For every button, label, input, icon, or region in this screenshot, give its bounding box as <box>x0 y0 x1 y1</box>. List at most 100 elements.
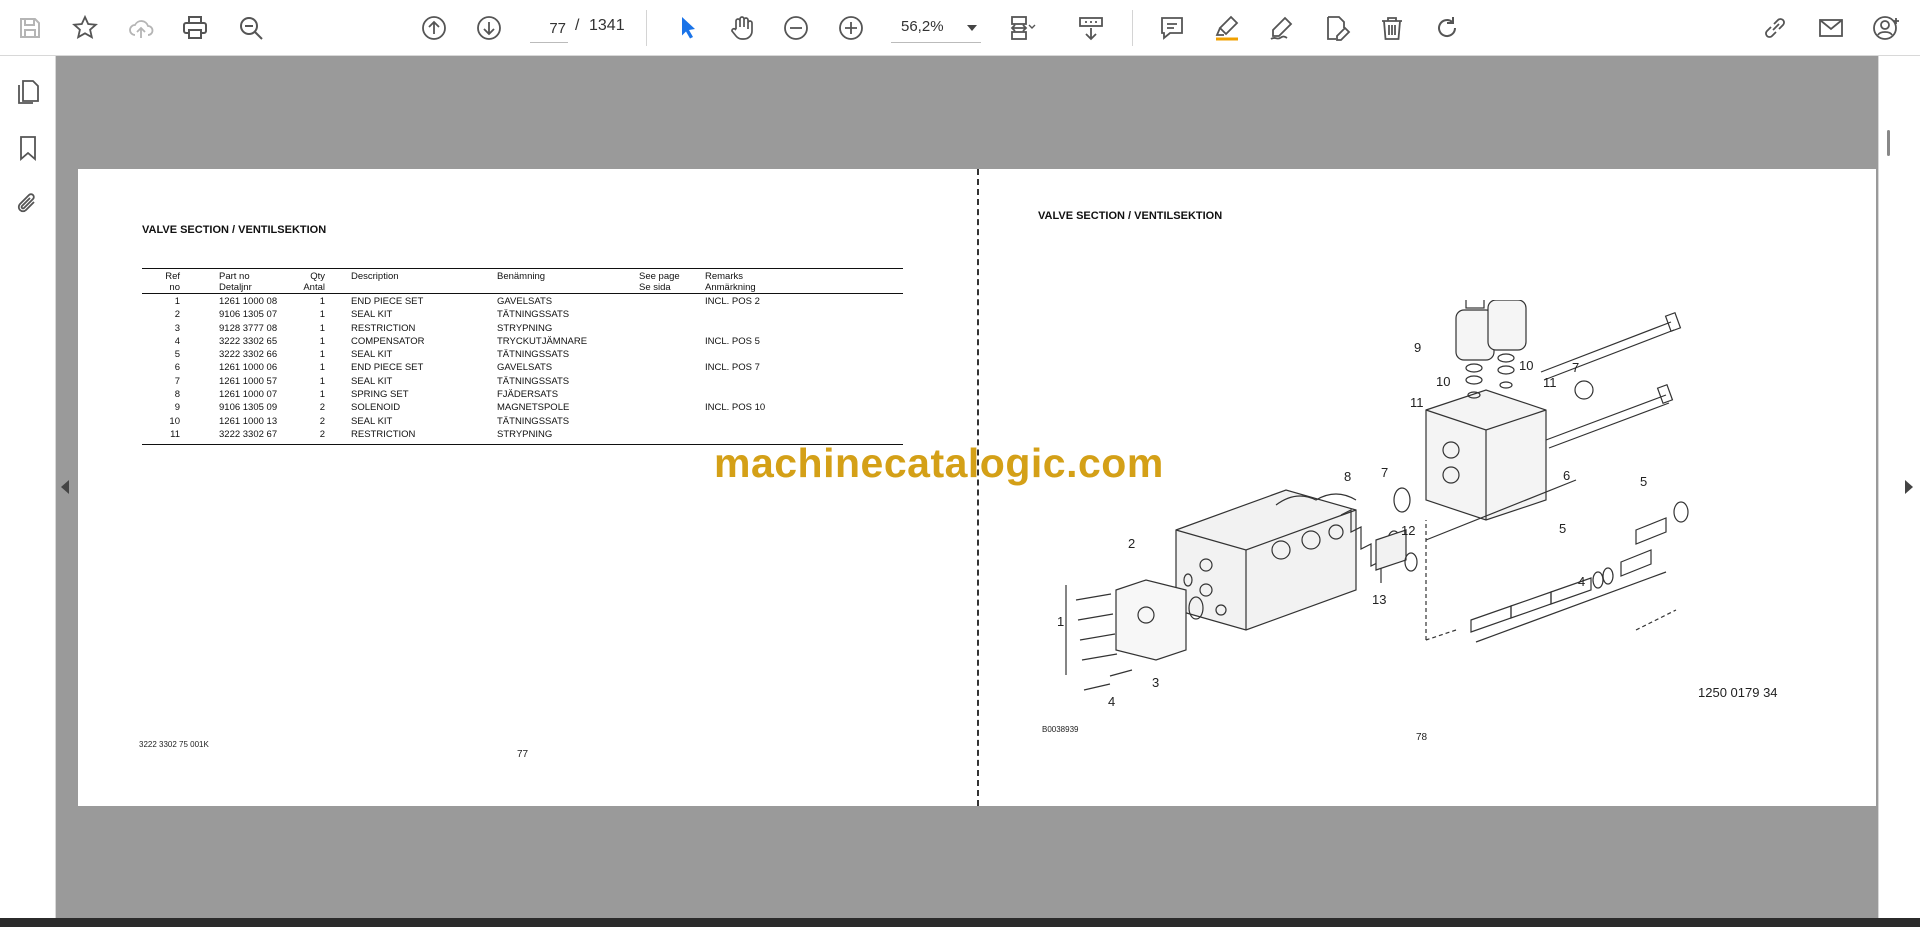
cell-desc: END PIECE SET <box>351 296 424 307</box>
valve-exploded-diagram <box>1065 300 1689 691</box>
cell-part: 9128 3777 08 <box>219 322 278 334</box>
fit-page-icon[interactable] <box>1004 10 1040 46</box>
cell-part: 1261 1000 57 <box>219 375 278 387</box>
cell-ben: STRYPNING <box>497 322 553 334</box>
cell-part: 9106 1305 07 <box>219 309 278 321</box>
zoom-dropdown[interactable]: 56,2% <box>891 14 981 43</box>
col-see: See page <box>639 271 680 282</box>
cell-ref: 1 <box>174 296 180 307</box>
col-part-sub: Detaljnr <box>219 282 252 293</box>
right-panel <box>1878 56 1920 918</box>
cell-ref: 3 <box>174 322 180 334</box>
callout-11: 11 <box>1410 395 1424 410</box>
cell-ref: 9 <box>174 402 180 414</box>
callout-4b: 4 <box>1578 574 1586 589</box>
toolbar-divider <box>1132 10 1133 46</box>
cell-part: 1261 1000 07 <box>219 389 278 401</box>
cell-ref: 8 <box>174 389 180 401</box>
upload-cloud-icon[interactable] <box>123 10 159 46</box>
drawing-code: B0038939 <box>1042 725 1079 734</box>
parts-table: Ref no Part no Detaljnr Qty Antal Descri… <box>142 268 903 446</box>
callout-13: 13 <box>1372 592 1387 607</box>
collapse-left-panel-icon[interactable] <box>61 480 69 494</box>
left-sidebar <box>0 56 56 918</box>
callout-1: 1 <box>1057 614 1065 629</box>
cell-rem: INCL. POS 2 <box>705 296 760 307</box>
save-icon[interactable] <box>12 10 48 46</box>
pages-thumbnail-icon[interactable] <box>10 74 46 110</box>
comment-icon[interactable] <box>1154 10 1190 46</box>
table-row: 2 9106 1305 07 1 SEAL KIT TÄTNINGSSATS <box>142 309 903 322</box>
cell-desc: SOLENOID <box>351 402 401 414</box>
col-part: Part no <box>219 271 250 282</box>
table-row: 10 1261 1000 13 2 SEAL KIT TÄTNINGSSATS <box>142 416 903 429</box>
cell-part: 3222 3302 65 <box>219 335 278 347</box>
cell-part: 9106 1305 09 <box>219 402 278 414</box>
cell-ben: STRYPNING <box>497 428 553 440</box>
page-number-input[interactable] <box>530 14 568 43</box>
toolbar-divider <box>646 10 647 46</box>
cell-desc: RESTRICTION <box>351 322 416 334</box>
cell-ben: FJÄDERSATS <box>497 389 559 401</box>
cell-rem: INCL. POS 10 <box>705 402 766 414</box>
cell-qty: 1 <box>319 362 325 374</box>
draw-sign-icon[interactable] <box>1264 10 1300 46</box>
print-icon[interactable] <box>177 10 213 46</box>
highlight-pen-icon[interactable] <box>1209 10 1245 46</box>
scroll-mode-icon[interactable] <box>1073 10 1109 46</box>
cell-part: 3222 3302 66 <box>219 349 278 361</box>
table-row: 1 1261 1000 08 1 END PIECE SET GAVELSATS INCL… <box>142 296 903 309</box>
left-page-title: VALVE SECTION / VENTILSEKTION <box>142 224 327 236</box>
callout-5: 5 <box>1559 521 1567 536</box>
cell-part: 1261 1000 06 <box>219 362 278 374</box>
right-page-title: VALVE SECTION / VENTILSEKTION <box>1038 210 1223 222</box>
col-rem-sub: Anmärkning <box>705 282 756 293</box>
callout-11b: 11 <box>1543 375 1557 390</box>
callout-10b: 10 <box>1519 358 1534 373</box>
zoom-out-icon[interactable] <box>778 10 814 46</box>
callout-12: 12 <box>1401 523 1416 538</box>
cell-ben: TÄTNINGSSATS <box>497 349 570 361</box>
col-see-sub: Se sida <box>639 282 671 293</box>
cell-qty: 1 <box>319 389 325 401</box>
page-separator: / <box>575 17 580 34</box>
cell-qty: 2 <box>319 428 325 440</box>
table-row: 7 1261 1000 57 1 SEAL KIT TÄTNINGSSATS <box>142 376 903 389</box>
edit-text-icon[interactable] <box>1319 10 1355 46</box>
callout-7: 7 <box>1572 360 1580 375</box>
next-page-icon[interactable] <box>471 10 507 46</box>
cell-desc: RESTRICTION <box>351 428 416 440</box>
table-row: 8 1261 1000 07 1 SPRING SET FJÄDERSATS <box>142 389 903 402</box>
cell-desc: SEAL KIT <box>351 349 393 361</box>
parts-table-header: Ref no Part no Detaljnr Qty Antal Descri… <box>142 268 903 294</box>
hand-pan-icon[interactable] <box>724 10 760 46</box>
cell-desc: SPRING SET <box>351 389 409 401</box>
table-row: 3 9128 3777 08 1 RESTRICTION STRYPNING <box>142 323 903 336</box>
cell-ref: 11 <box>170 428 180 440</box>
scrollbar-thumb[interactable] <box>1887 130 1890 156</box>
cell-ben: TÄTNINGSSATS <box>497 415 570 427</box>
right-page-number: 78 <box>1416 732 1428 743</box>
cell-desc: SEAL KIT <box>351 415 393 427</box>
prev-page-icon[interactable] <box>416 10 452 46</box>
attachments-icon[interactable] <box>10 186 46 222</box>
cell-desc: COMPENSATOR <box>351 335 425 347</box>
share-link-icon[interactable] <box>1757 10 1793 46</box>
select-cursor-icon[interactable] <box>669 10 705 46</box>
add-user-icon[interactable] <box>1868 10 1904 46</box>
delete-trash-icon[interactable] <box>1374 10 1410 46</box>
bookmark-star-icon[interactable] <box>67 10 103 46</box>
figure-reference: 1250 0179 34 <box>1698 685 1778 700</box>
rotate-icon[interactable] <box>1429 10 1465 46</box>
expand-right-panel-icon[interactable] <box>1905 480 1913 494</box>
bookmarks-icon[interactable] <box>10 130 46 166</box>
email-icon[interactable] <box>1813 10 1849 46</box>
cell-rem: INCL. POS 5 <box>705 335 760 347</box>
cell-desc: END PIECE SET <box>351 362 424 374</box>
table-row: 9 9106 1305 09 2 SOLENOID MAGNETSPOLE INCL. P… <box>142 402 903 415</box>
col-qty: Qty <box>310 271 325 282</box>
cell-qty: 1 <box>319 349 325 361</box>
chevron-down-icon <box>967 25 977 31</box>
zoom-search-icon[interactable] <box>233 10 269 46</box>
zoom-in-icon[interactable] <box>833 10 869 46</box>
